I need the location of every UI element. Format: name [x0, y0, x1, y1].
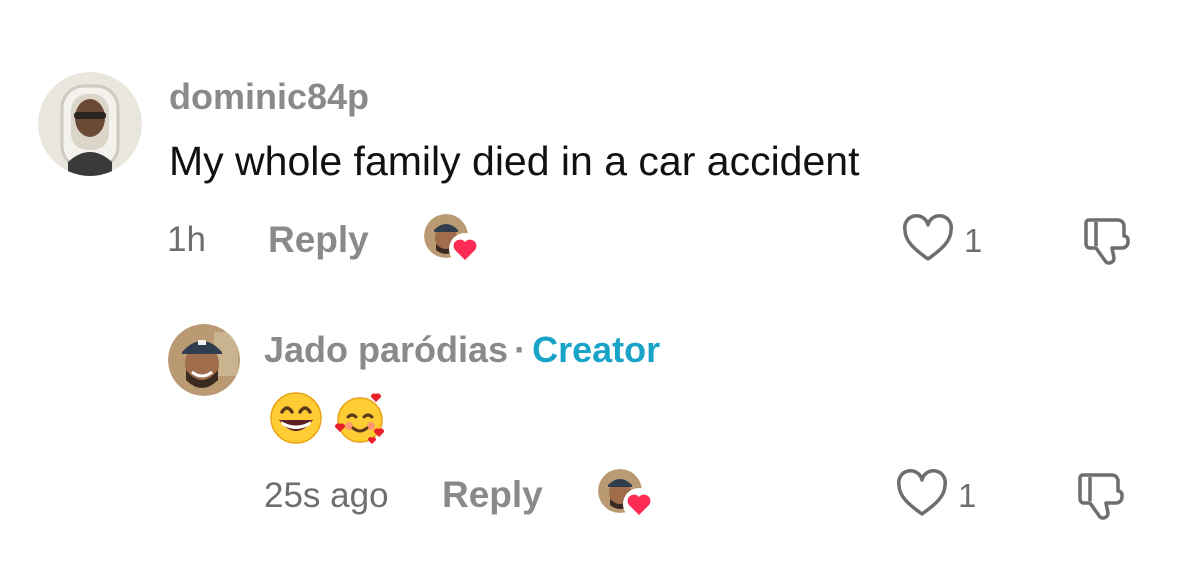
username-line: Jado paródias · Creator — [264, 329, 660, 371]
comment-thread: dominic84p My whole family died in a car… — [0, 0, 1179, 567]
like-count: 1 — [964, 222, 983, 259]
username[interactable]: Jado paródias — [264, 329, 508, 370]
thumbs-down-icon[interactable] — [1072, 465, 1130, 523]
reply-button[interactable]: Reply — [268, 219, 369, 261]
creator-badge: Creator — [532, 329, 661, 370]
username[interactable]: dominic84p — [169, 76, 369, 118]
like-count: 1 — [958, 477, 977, 514]
timestamp: 25s ago — [264, 476, 389, 515]
heart-badge-icon — [623, 488, 655, 520]
grinning-face-emoji — [270, 392, 322, 444]
heart-badge-icon — [449, 233, 481, 265]
smiling-face-with-hearts-emoji — [334, 393, 385, 444]
liked-by-creator-indicator — [424, 214, 481, 266]
separator: · — [514, 329, 527, 370]
avatar[interactable] — [168, 324, 240, 396]
comment-emojis — [268, 390, 388, 446]
heart-outline-icon[interactable] — [894, 468, 950, 520]
avatar[interactable] — [38, 72, 142, 176]
heart-outline-icon[interactable] — [900, 213, 956, 265]
reply-button[interactable]: Reply — [442, 474, 543, 516]
liked-by-creator-indicator — [598, 469, 655, 521]
comment-text: My whole family died in a car accident — [169, 138, 860, 184]
thumbs-down-icon[interactable] — [1078, 210, 1136, 268]
timestamp: 1h — [167, 220, 206, 259]
